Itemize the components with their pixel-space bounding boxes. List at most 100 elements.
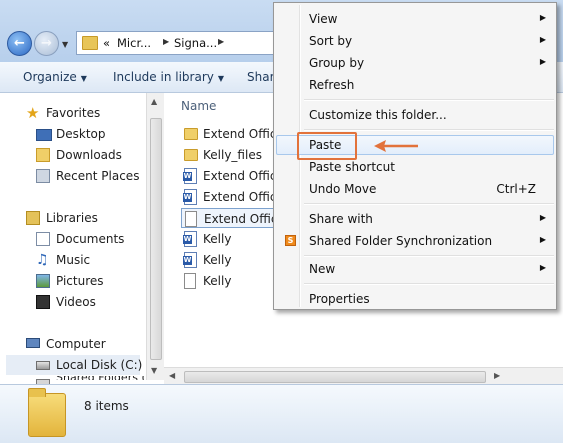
scrollbar-thumb[interactable] xyxy=(184,371,486,383)
nav-music[interactable]: ♫ Music xyxy=(0,250,140,270)
nav-computer[interactable]: Computer xyxy=(0,334,140,354)
menu-label: New xyxy=(309,262,336,276)
back-button[interactable]: ← xyxy=(7,31,32,56)
address-overflow[interactable]: « xyxy=(103,36,110,50)
explorer-window: ← → ▼ « Micr... ▶ Signa... ▶ Organize ▼ I… xyxy=(0,0,563,443)
menu-item-paste-shortcut[interactable]: Paste shortcut xyxy=(276,157,554,177)
back-arrow-icon: ← xyxy=(14,36,25,51)
menu-item-properties[interactable]: Properties xyxy=(276,289,554,309)
nav-libraries[interactable]: Libraries xyxy=(0,208,140,228)
chevron-down-icon: ▼ xyxy=(217,74,225,83)
menu-item-customize[interactable]: Customize this folder... xyxy=(276,105,554,125)
submenu-arrow-icon: ▶ xyxy=(539,13,546,22)
menu-separator xyxy=(304,129,554,131)
recent-places-icon xyxy=(36,169,50,183)
desktop-icon xyxy=(36,129,52,141)
menu-label: Sort by xyxy=(309,34,353,48)
file-name: Kelly_files xyxy=(203,148,262,162)
folder-icon xyxy=(82,36,98,50)
submenu-arrow-icon: ▶ xyxy=(539,263,546,272)
chevron-right-icon[interactable]: ▶ xyxy=(218,37,224,46)
menu-item-share-with[interactable]: Share with ▶ xyxy=(276,209,554,229)
include-in-library-button[interactable]: Include in library ▼ xyxy=(113,70,224,84)
nav-label: Music xyxy=(56,253,91,267)
submenu-arrow-icon: ▶ xyxy=(539,213,546,222)
menu-label: Undo Move xyxy=(309,182,377,196)
nav-label: Libraries xyxy=(46,211,98,225)
text-document-icon xyxy=(185,211,197,227)
scroll-left-icon[interactable]: ◀ xyxy=(169,371,175,380)
star-icon: ★ xyxy=(26,104,40,122)
submenu-arrow-icon: ▶ xyxy=(539,57,546,66)
sync-icon: S xyxy=(285,235,296,246)
file-name: Extend Office xyxy=(203,127,284,141)
menu-separator xyxy=(304,283,554,285)
word-document-icon: W xyxy=(183,231,197,247)
scroll-right-icon[interactable]: ▶ xyxy=(494,371,500,380)
menu-item-new[interactable]: New ▶ xyxy=(276,259,554,279)
highlight-box xyxy=(297,132,357,160)
forward-arrow-icon: → xyxy=(41,36,52,51)
nav-label: Desktop xyxy=(56,127,106,141)
folder-icon xyxy=(184,149,198,161)
organize-label: Organize xyxy=(23,70,77,84)
nav-local-disk[interactable]: Local Disk (C:) xyxy=(6,355,143,375)
forward-button[interactable]: → xyxy=(34,31,59,56)
text-document-icon xyxy=(184,273,196,289)
navigation-pane: ★ Favorites Desktop Downloads Recent Pla… xyxy=(0,93,146,385)
nav-label: Favorites xyxy=(46,106,101,120)
menu-item-view[interactable]: View ▶ xyxy=(276,9,554,29)
nav-label: Documents xyxy=(56,232,125,246)
nav-pictures[interactable]: Pictures xyxy=(0,271,140,291)
videos-icon xyxy=(36,295,50,309)
address-segment[interactable]: Signa... xyxy=(174,36,217,50)
organize-button[interactable]: Organize ▼ xyxy=(23,70,87,84)
nav-favorites[interactable]: ★ Favorites xyxy=(0,103,140,123)
nav-desktop[interactable]: Desktop xyxy=(0,124,140,144)
pictures-icon xyxy=(36,274,50,288)
menu-item-sort-by[interactable]: Sort by ▶ xyxy=(276,31,554,51)
column-header-name[interactable]: Name xyxy=(181,99,216,113)
nav-label: Downloads xyxy=(56,148,122,162)
submenu-arrow-icon: ▶ xyxy=(539,235,546,244)
history-dropdown-icon[interactable]: ▼ xyxy=(62,40,68,49)
menu-label: Paste shortcut xyxy=(309,160,395,174)
downloads-icon xyxy=(36,148,50,162)
nav-videos[interactable]: Videos xyxy=(0,292,140,312)
scroll-up-icon[interactable]: ▲ xyxy=(151,97,157,106)
address-segment[interactable]: Micr... xyxy=(117,36,151,50)
music-icon: ♫ xyxy=(36,252,49,268)
include-label: Include in library xyxy=(113,70,214,84)
libraries-icon xyxy=(26,211,40,225)
menu-label: View xyxy=(309,12,338,26)
nav-recent-places[interactable]: Recent Places xyxy=(0,166,140,186)
annotation-arrow-icon xyxy=(374,140,418,152)
chevron-down-icon: ▼ xyxy=(80,74,87,83)
computer-icon xyxy=(26,338,40,348)
file-name: Extend Office xyxy=(203,190,284,204)
menu-label: Group by xyxy=(309,56,365,70)
scrollbar-thumb[interactable] xyxy=(150,118,162,360)
nav-downloads[interactable]: Downloads xyxy=(0,145,140,165)
word-document-icon: W xyxy=(183,189,197,205)
menu-label: Customize this folder... xyxy=(309,108,447,122)
chevron-right-icon[interactable]: ▶ xyxy=(163,37,169,46)
nav-label: Pictures xyxy=(56,274,104,288)
disk-icon xyxy=(36,361,50,370)
nav-shared-folders[interactable]: Shared Folders ( xyxy=(0,376,146,385)
submenu-arrow-icon: ▶ xyxy=(539,35,546,44)
menu-item-undo-move[interactable]: Undo Move Ctrl+Z xyxy=(276,179,554,199)
nav-label: Local Disk (C:) xyxy=(56,358,143,372)
menu-label: Shared Folder Synchronization xyxy=(309,234,493,248)
scroll-down-icon[interactable]: ▼ xyxy=(151,366,157,375)
menu-item-group-by[interactable]: Group by ▶ xyxy=(276,53,554,73)
menu-shortcut: Ctrl+Z xyxy=(496,182,536,196)
horizontal-scrollbar[interactable]: ◀ ▶ xyxy=(164,367,563,385)
menu-item-shared-folder-sync[interactable]: S Shared Folder Synchronization ▶ xyxy=(276,231,554,251)
menu-item-refresh[interactable]: Refresh xyxy=(276,75,554,95)
nav-documents[interactable]: Documents xyxy=(0,229,140,249)
navigation-scrollbar[interactable]: ▲ ▼ xyxy=(146,93,164,380)
nav-label: Videos xyxy=(56,295,96,309)
documents-icon xyxy=(36,232,50,246)
file-name: Kelly xyxy=(203,274,232,288)
